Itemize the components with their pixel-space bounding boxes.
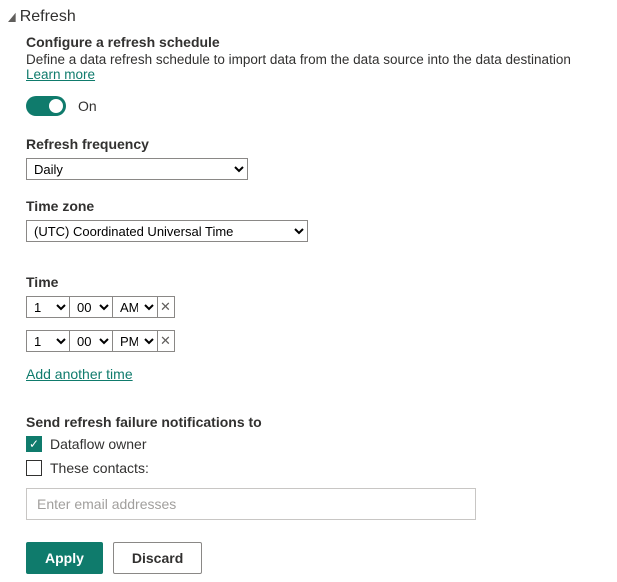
close-icon: ✕	[160, 333, 171, 349]
collapse-icon: ◢	[8, 10, 16, 23]
toggle-knob	[49, 99, 63, 113]
time-minute-select[interactable]: 00	[69, 330, 113, 352]
close-icon: ✕	[160, 299, 171, 315]
schedule-subtitle: Configure a refresh schedule	[26, 34, 609, 50]
timezone-label: Time zone	[26, 198, 609, 214]
section-header[interactable]: ◢ Refresh	[8, 8, 609, 26]
apply-button[interactable]: Apply	[26, 542, 103, 574]
remove-time-button[interactable]: ✕	[157, 330, 175, 352]
remove-time-button[interactable]: ✕	[157, 296, 175, 318]
discard-button[interactable]: Discard	[113, 542, 202, 574]
owner-checkbox-label: Dataflow owner	[50, 436, 147, 452]
schedule-description-text: Define a data refresh schedule to import…	[26, 52, 571, 67]
time-ampm-select[interactable]: AM	[112, 296, 158, 318]
timezone-select[interactable]: (UTC) Coordinated Universal Time	[26, 220, 308, 242]
check-icon: ✓	[29, 438, 39, 450]
time-label: Time	[26, 274, 609, 290]
add-time-link[interactable]: Add another time	[26, 366, 133, 382]
toggle-state-label: On	[78, 98, 97, 114]
time-minute-select[interactable]: 00	[69, 296, 113, 318]
contacts-checkbox[interactable]	[26, 460, 42, 476]
time-ampm-select[interactable]: PM	[112, 330, 158, 352]
time-row: 1 00 AM ✕	[26, 296, 609, 318]
schedule-description: Define a data refresh schedule to import…	[26, 52, 609, 82]
contacts-email-input[interactable]	[26, 488, 476, 520]
schedule-toggle[interactable]	[26, 96, 66, 116]
frequency-select[interactable]: Daily	[26, 158, 248, 180]
section-title: Refresh	[20, 8, 76, 26]
learn-more-link[interactable]: Learn more	[26, 67, 95, 82]
owner-checkbox[interactable]: ✓	[26, 436, 42, 452]
frequency-label: Refresh frequency	[26, 136, 609, 152]
time-row: 1 00 PM ✕	[26, 330, 609, 352]
time-hour-select[interactable]: 1	[26, 330, 70, 352]
time-hour-select[interactable]: 1	[26, 296, 70, 318]
contacts-checkbox-label: These contacts:	[50, 460, 149, 476]
notify-label: Send refresh failure notifications to	[26, 414, 609, 430]
